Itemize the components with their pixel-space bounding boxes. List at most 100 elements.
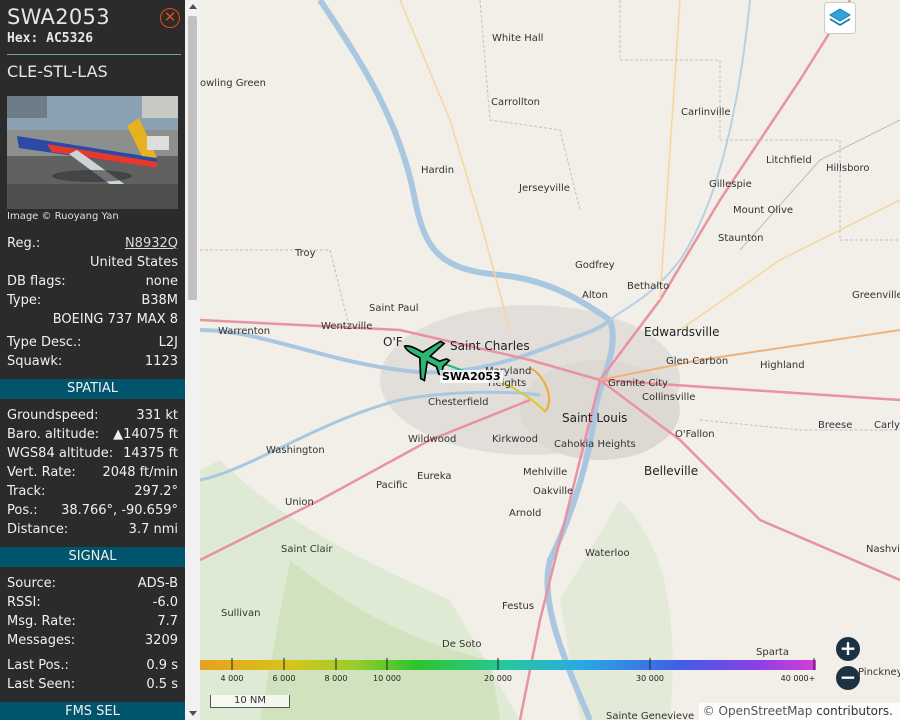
sidebar-scrollbar[interactable] (185, 0, 200, 720)
rssi-row: RSSI: -6.0 (7, 595, 178, 613)
place-litchfield: Litchfield (766, 155, 812, 166)
place-chesterfield: Chesterfield (428, 397, 489, 408)
distance-row: Distance: 3.7 nmi (7, 522, 178, 540)
scrollbar-thumb[interactable] (188, 16, 197, 300)
place-granite-city: Granite City (608, 378, 668, 389)
altitude-legend-label: 10 000 (373, 674, 401, 683)
baro-value-wrap: ▲14075 ft (113, 427, 178, 442)
groundspeed-label: Groundspeed: (7, 408, 99, 423)
hex-label: Hex: (7, 31, 39, 46)
layers-icon (829, 8, 851, 27)
pos-value: 38.766°, -90.659° (61, 503, 178, 518)
callsign-title: SWA2053 (7, 5, 110, 29)
divider (7, 54, 181, 55)
place-wildwood: Wildwood (408, 434, 457, 445)
source-label: Source: (7, 576, 57, 591)
altitude-legend-label: 30 000 (636, 674, 664, 683)
info-sidebar: SWA2053 Hex: AC5326 ✕ CLE-STL-LAS Image … (0, 0, 185, 720)
map-scale: 10 NM (210, 695, 290, 708)
type-value: B38M (141, 293, 178, 308)
place-eureka: Eureka (417, 471, 452, 482)
country-row: United States (7, 255, 178, 273)
registration-link[interactable]: N8932Q (125, 236, 178, 251)
layers-button[interactable] (824, 2, 856, 34)
map-attribution: © OpenStreetMap contributors. (698, 703, 900, 720)
place-breese: Breese (818, 420, 853, 431)
hex-value: AC5326 (46, 31, 94, 46)
msgrate-row: Msg. Rate: 7.7 (7, 614, 178, 632)
reg-row: Reg.: N8932Q (7, 236, 178, 254)
reg-label: Reg.: (7, 236, 41, 251)
baro-row: Baro. altitude: ▲14075 ft (7, 427, 178, 445)
place-saint-clair: Saint Clair (281, 544, 333, 555)
place-ofallon-il: O'Fallon (675, 429, 715, 440)
baro-label: Baro. altitude: (7, 427, 100, 442)
image-credit: Image © Ruoyang Yan (7, 211, 119, 222)
place-hillsboro: Hillsboro (826, 163, 870, 174)
type-row: Type: B38M (7, 293, 178, 311)
track-value: 297.2° (134, 484, 178, 499)
typedesc-value: L2J (158, 335, 178, 350)
lastpos-label: Last Pos.: (7, 658, 69, 673)
squawk-row: Squawk: 1123 (7, 354, 178, 372)
place-ste-genevieve: Sainte Genevieve (606, 711, 695, 720)
vrate-row: Vert. Rate: 2048 ft/min (7, 465, 178, 483)
dbflags-row: DB flags: none (7, 274, 178, 292)
place-cahokia-heights: Cahokia Heights (554, 439, 636, 450)
aircraft-callsign-label[interactable]: SWA2053 (440, 370, 503, 383)
zoom-out-button[interactable]: − (836, 666, 860, 690)
place-waterloo: Waterloo (585, 548, 630, 559)
dbflags-value: none (145, 274, 178, 289)
source-row: Source: ADS-B (7, 576, 178, 594)
place-edwardsville: Edwardsville (644, 325, 720, 339)
place-carlinville: Carlinville (681, 107, 731, 118)
place-carlyle: Carly (874, 420, 900, 431)
altitude-legend-label: 4 000 (220, 674, 244, 683)
place-washington: Washington (266, 445, 325, 456)
osm-link[interactable]: © OpenStreetMap (703, 704, 813, 718)
dbflags-label: DB flags: (7, 274, 66, 289)
aircraft-photo[interactable] (7, 96, 178, 209)
pos-label: Pos.: (7, 503, 38, 518)
baro-value: 14075 ft (123, 427, 178, 442)
typedesc-label: Type Desc.: (7, 335, 82, 350)
place-highland: Highland (760, 360, 805, 371)
type-label: Type: (7, 293, 42, 308)
place-arnold: Arnold (509, 508, 542, 519)
fms-header[interactable]: FMS SEL (0, 702, 185, 720)
scroll-down-icon[interactable] (189, 711, 197, 716)
place-saint-louis: Saint Louis (562, 411, 628, 425)
place-mount-olive: Mount Olive (733, 205, 794, 216)
place-sullivan: Sullivan (221, 608, 261, 619)
hex-code: Hex: AC5326 (7, 31, 93, 46)
lastpos-value: 0.9 s (146, 658, 178, 673)
track-label: Track: (7, 484, 46, 499)
rssi-label: RSSI: (7, 595, 41, 610)
wgs84-row: WGS84 altitude: 14375 ft (7, 446, 178, 464)
lastseen-label: Last Seen: (7, 677, 76, 692)
route-text: CLE-STL-LAS (7, 62, 108, 81)
place-saint-charles: Saint Charles (450, 339, 530, 353)
altitude-legend-label: 6 000 (272, 674, 296, 683)
place-greenville: Greenville (852, 290, 900, 301)
place-saint-paul: Saint Paul (369, 303, 419, 314)
squawk-value: 1123 (144, 354, 178, 369)
distance-label: Distance: (7, 522, 69, 537)
map-view[interactable]: White Hall owling Green Carrollton Carli… (200, 0, 900, 720)
scroll-up-icon[interactable] (189, 4, 197, 9)
place-wentzville: Wentzville (321, 321, 373, 332)
place-hardin: Hardin (421, 165, 455, 176)
place-jerseyville: Jerseyville (519, 183, 570, 194)
place-collinsville: Collinsville (642, 392, 696, 403)
place-glen-carbon: Glen Carbon (666, 356, 729, 367)
zoom-in-button[interactable]: + (836, 637, 860, 661)
squawk-label: Squawk: (7, 354, 63, 369)
type-name-value: BOEING 737 MAX 8 (52, 312, 178, 327)
signal-header[interactable]: SIGNAL (0, 547, 185, 567)
close-button[interactable]: ✕ (160, 8, 180, 28)
altitude-legend-label: 20 000 (484, 674, 512, 683)
spatial-header[interactable]: SPATIAL (0, 379, 185, 399)
vrate-value: 2048 ft/min (102, 465, 178, 480)
groundspeed-value: 331 kt (136, 408, 178, 423)
place-pacific: Pacific (376, 480, 408, 491)
